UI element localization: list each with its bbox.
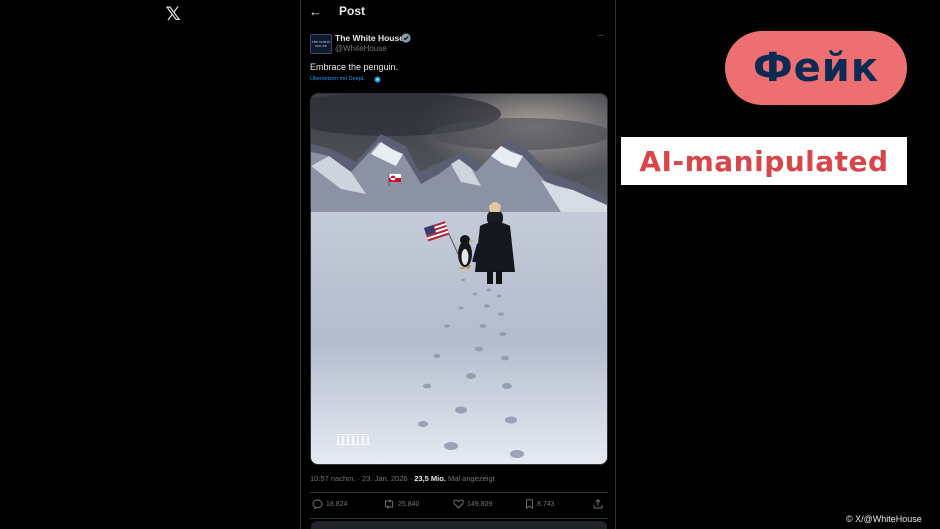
post-column: ← Post THE WHITE HOUSE The White House @…: [300, 0, 616, 529]
translate-link[interactable]: Übersetzen mit DeepL: [310, 76, 365, 82]
views-count: 23,5 Mio.: [414, 474, 446, 483]
image-credit: © X/@WhiteHouse: [846, 514, 922, 524]
reply-composer[interactable]: [311, 521, 607, 529]
repost-icon: [385, 499, 393, 509]
verified-badge-icon: [401, 33, 411, 43]
views-label: Mal angezeigt: [445, 474, 495, 483]
display-name[interactable]: The White House: [335, 33, 404, 43]
reply-button[interactable]: 18.824: [312, 499, 347, 509]
page-title: Post: [339, 4, 366, 18]
avatar-text: THE WHITE HOUSE: [311, 40, 331, 48]
post-text: Embrace the penguin.: [310, 62, 399, 72]
action-bar: 18.824 25.840 149.809 8.743: [301, 499, 615, 515]
reply-icon: [312, 499, 323, 509]
divider: [310, 492, 608, 493]
like-count: 149.809: [467, 500, 493, 508]
like-button[interactable]: 149.809: [453, 499, 492, 509]
repost-count: 25.840: [398, 500, 420, 508]
share-button[interactable]: [593, 499, 603, 509]
fake-label: Фейк: [753, 45, 879, 91]
bookmark-icon: [526, 499, 533, 509]
avatar[interactable]: THE WHITE HOUSE: [310, 34, 332, 54]
bookmark-button[interactable]: 8.743: [525, 499, 555, 509]
post-image-artwork: [311, 94, 607, 464]
fake-badge: Фейк: [725, 31, 907, 105]
repost-button[interactable]: 25.840: [383, 499, 419, 509]
x-logo-icon[interactable]: 𝕏: [163, 4, 183, 24]
deepl-icon: [374, 76, 381, 83]
ai-manipulated-label: AI-manipulated: [621, 137, 907, 185]
more-options-icon[interactable]: ···: [597, 30, 605, 41]
user-handle[interactable]: @WhiteHouse: [335, 44, 387, 53]
post-timestamp[interactable]: 10:57 nachm. · 23. Jan. 2026 ·: [310, 474, 414, 483]
bookmark-count: 8.743: [537, 500, 555, 508]
arrow-left-icon[interactable]: ←: [309, 4, 323, 20]
heart-icon: [453, 499, 464, 509]
share-icon: [593, 499, 603, 509]
divider: [310, 518, 608, 519]
post-meta: 10:57 nachm. · 23. Jan. 2026 · 23,5 Mio.…: [310, 474, 495, 483]
post-header: ← Post: [301, 0, 615, 26]
post-image[interactable]: [310, 93, 608, 465]
ai-label-text: AI-manipulated: [639, 144, 889, 178]
reply-count: 18.824: [326, 500, 348, 508]
